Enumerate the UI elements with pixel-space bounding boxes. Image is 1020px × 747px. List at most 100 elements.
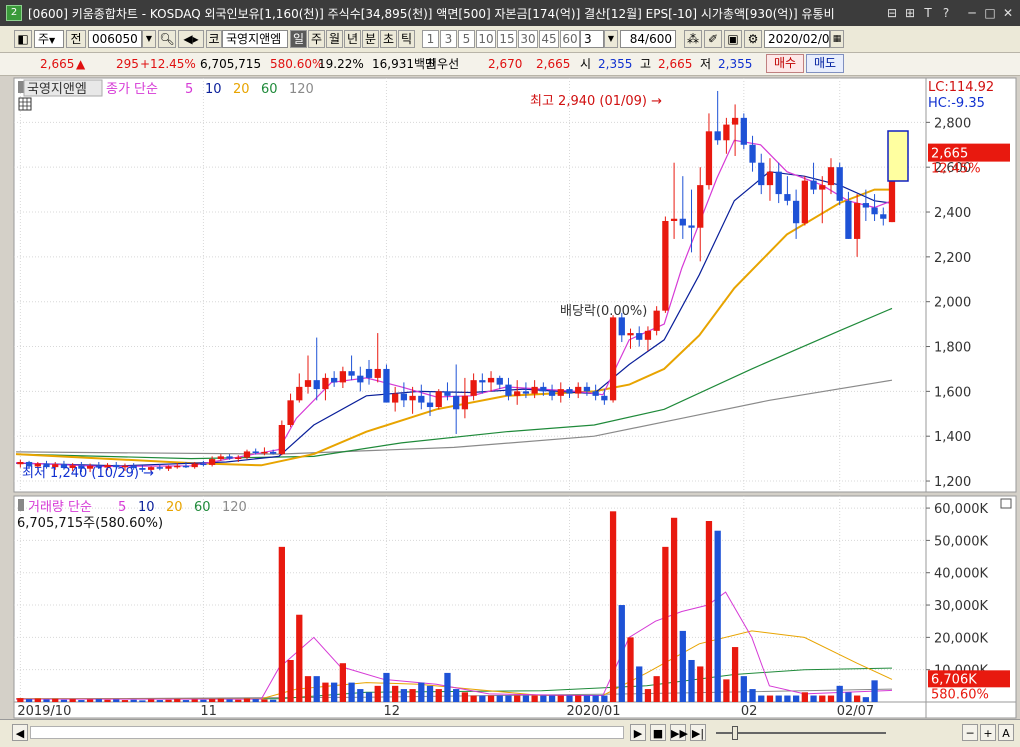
candle-body-77	[688, 225, 695, 228]
next-icon[interactable]: ▶|	[690, 724, 706, 741]
interval-button-10[interactable]: 10	[476, 30, 496, 48]
candle-body-90	[801, 180, 808, 224]
price-legend-ma60: 60	[261, 82, 278, 97]
window-tile-icon[interactable]: ⊟	[884, 5, 900, 21]
window-minimize-button[interactable]: ─	[964, 5, 980, 21]
window-text-icon[interactable]: T	[920, 5, 936, 21]
save-icon[interactable]: ▣	[724, 30, 742, 48]
interval-button-45[interactable]: 45	[539, 30, 559, 48]
interval-button-15[interactable]: 15	[497, 30, 517, 48]
open-price: 2,355	[598, 57, 633, 71]
settings-icon[interactable]: ⚙	[744, 30, 762, 48]
volume-bar-95	[845, 692, 852, 702]
zoom-slider[interactable]	[716, 732, 886, 734]
window-maximize-button[interactable]: □	[982, 5, 998, 21]
speaker-icon[interactable]: ◀▸	[178, 30, 204, 48]
quote-strip: 2,665 ▲ 295 +12.45% 6,705,715 580.60% 19…	[0, 53, 1020, 76]
stock-code-input[interactable]: 006050	[88, 30, 142, 48]
date-input[interactable]: 2020/02/07	[764, 30, 830, 48]
volume-bar-50	[453, 689, 460, 702]
stock-name-field[interactable]: 국영지앤엠	[222, 30, 288, 48]
candle-body-41	[374, 368, 381, 378]
scroll-track[interactable]	[30, 726, 624, 739]
volume-bar-61	[548, 695, 556, 702]
period-tab-6[interactable]: 틱	[398, 30, 415, 48]
zoom-out-icon[interactable]: ─	[962, 724, 978, 741]
code-dropdown-icon[interactable]: ▼	[142, 30, 156, 48]
candle-body-48	[435, 391, 442, 408]
volume-bar-11	[113, 699, 120, 702]
zoom-slider-thumb[interactable]	[732, 726, 738, 740]
interval-button-60[interactable]: 60	[560, 30, 580, 48]
price-tick-label-1: 1,400	[934, 430, 971, 445]
scroll-left-arrow-icon[interactable]: ◀	[12, 724, 28, 741]
interval-button-3[interactable]: 3	[440, 30, 457, 48]
price-legend-name: 국영지앤엠	[27, 82, 87, 97]
volume-bar-14	[139, 700, 146, 702]
volume-bar-12	[121, 700, 129, 702]
best-quote-label: 최우선	[426, 57, 460, 71]
interval-button-30[interactable]: 30	[518, 30, 538, 48]
interval-button-5[interactable]: 5	[458, 30, 475, 48]
interval-input[interactable]: 3	[580, 30, 604, 48]
prev-button[interactable]: 전	[66, 30, 86, 48]
chart-toolbar: ◧ 주▼ 전 006050 ▼ 🔍︎ ◀▸ 코 국영지앤엠 3 ▼ 84/600…	[0, 26, 1020, 53]
volume-bar-91	[810, 695, 817, 702]
calendar-icon[interactable]: ▦	[830, 30, 844, 48]
volume-legend-ma60: 60	[194, 500, 211, 515]
candle-body-62	[557, 389, 564, 396]
candle-body-30	[278, 424, 285, 455]
font-size-icon[interactable]: A	[998, 724, 1014, 741]
chart-scroll-bar: ◀ ▶ ■ ▶▶ ▶| ─ + A	[0, 719, 1020, 747]
volume-bar-27	[252, 699, 259, 702]
interval-dropdown-icon[interactable]: ▼	[604, 30, 618, 48]
candle-body-19	[182, 465, 190, 468]
candle-body-40	[365, 368, 373, 378]
volume-current-text: 6,705,715주(580.60%)	[17, 516, 163, 531]
type-select[interactable]: 주▼	[34, 30, 64, 48]
volume-bar-92	[819, 695, 826, 702]
candle-body-54	[487, 377, 495, 383]
volume-bar-45	[409, 689, 416, 702]
window-help-icon[interactable]: ?	[938, 5, 954, 21]
volume-tick-label-5: 60,000K	[934, 502, 988, 517]
sell-button[interactable]: 매도	[806, 54, 844, 73]
volume-legend-ma120: 120	[222, 500, 247, 515]
candle-body-86	[766, 171, 774, 186]
candle-body-99	[880, 214, 887, 219]
window-grid-icon[interactable]: ⊞	[902, 5, 918, 21]
play-fast-icon[interactable]: ▶▶	[670, 724, 688, 741]
interval-button-1[interactable]: 1	[422, 30, 439, 48]
volume-bar-90	[801, 692, 808, 702]
candle-body-21	[200, 463, 207, 466]
period-tab-5[interactable]: 초	[380, 30, 397, 48]
candle-body-83	[740, 117, 747, 145]
search-icon[interactable]: 🔍︎	[158, 30, 176, 48]
candle-body-24	[226, 456, 233, 459]
ex-dividend-label: 배당락(0.00%)	[560, 304, 647, 319]
ask-price: 2,670	[488, 57, 523, 71]
indicator-icon[interactable]: ⁂	[684, 30, 702, 48]
zoom-in-icon[interactable]: +	[980, 724, 996, 741]
period-tab-1[interactable]: 주	[308, 30, 325, 48]
volume-bar-58	[522, 695, 530, 702]
volume-bar-81	[723, 679, 730, 702]
date-axis-corner	[925, 701, 1017, 719]
data-count-field[interactable]: 84/600	[620, 30, 676, 48]
buy-button[interactable]: 매수	[766, 54, 804, 73]
stock-chart[interactable]: 1,2001,4001,6001,8002,0002,2002,4002,600…	[0, 76, 1020, 719]
period-tab-2[interactable]: 월	[326, 30, 343, 48]
stop-icon[interactable]: ■	[650, 724, 666, 741]
period-tab-3[interactable]: 년	[344, 30, 361, 48]
scroll-right-arrow-icon[interactable]: ▶	[630, 724, 646, 741]
volume-bar-2	[34, 698, 41, 702]
candle-body-94	[836, 167, 843, 201]
layout-icon[interactable]: ◧	[14, 30, 32, 48]
period-tab-4[interactable]: 분	[362, 30, 379, 48]
window-close-button[interactable]: ✕	[1000, 5, 1016, 21]
volume-bar-97	[862, 697, 869, 702]
volume-bar-16	[156, 700, 163, 702]
period-tab-0[interactable]: 일	[290, 30, 307, 48]
tool-icon[interactable]: ✐	[704, 30, 722, 48]
candle-body-71	[636, 333, 643, 340]
